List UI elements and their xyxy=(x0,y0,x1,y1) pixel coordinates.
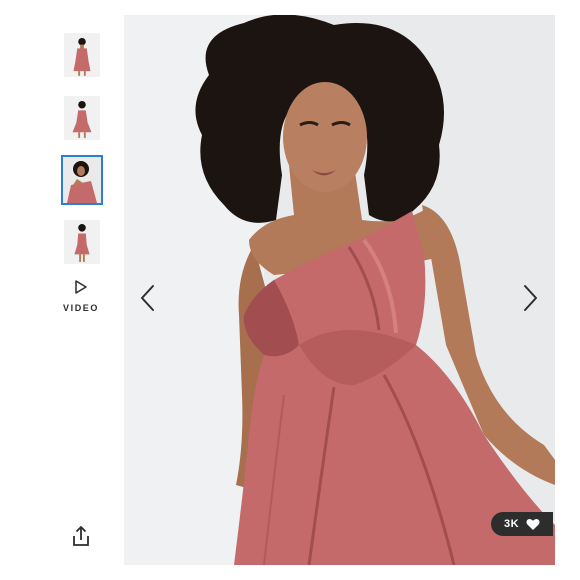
chevron-left-icon xyxy=(141,285,154,311)
model-photo xyxy=(124,15,555,565)
previous-image-button[interactable] xyxy=(135,281,161,315)
heart-icon xyxy=(526,518,540,530)
thumbnail-1-image xyxy=(64,33,100,77)
thumbnail-4-image xyxy=(64,220,100,264)
thumbnail-4[interactable] xyxy=(63,219,101,265)
likes-count: 3K xyxy=(504,518,520,530)
play-icon xyxy=(75,280,87,294)
thumbnail-3[interactable] xyxy=(61,155,103,205)
thumbnail-3-image xyxy=(63,157,101,203)
share-icon xyxy=(73,526,89,546)
save-favorite-button[interactable]: 3K xyxy=(491,512,553,536)
next-image-button[interactable] xyxy=(517,281,543,315)
share-button[interactable] xyxy=(68,524,94,550)
thumbnail-2[interactable] xyxy=(63,95,101,141)
thumbnail-1[interactable] xyxy=(63,32,101,78)
chevron-right-icon xyxy=(524,285,537,311)
main-product-image[interactable] xyxy=(124,15,555,565)
video-button[interactable]: VIDEO xyxy=(54,279,108,323)
video-label: VIDEO xyxy=(62,303,99,313)
thumbnail-2-image xyxy=(64,96,100,140)
